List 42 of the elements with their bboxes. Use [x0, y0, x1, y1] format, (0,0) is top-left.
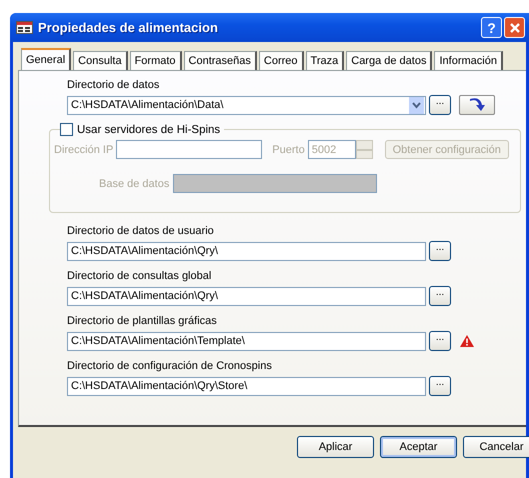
- directory-field[interactable]: C:\HSDATA\Alimentación\Qry\Store\: [67, 376, 426, 396]
- browse-button[interactable]: ...: [429, 95, 451, 115]
- dialog-button[interactable]: Aceptar: [380, 436, 457, 458]
- ip-field[interactable]: [116, 140, 262, 159]
- tab[interactable]: Consulta: [73, 51, 128, 70]
- browse-button[interactable]: ...: [429, 376, 451, 396]
- tab[interactable]: Información: [434, 51, 503, 70]
- field-label: Directorio de datos de usuario: [67, 225, 215, 238]
- field-label: Directorio de configuración de Cronospins: [67, 360, 273, 373]
- tab[interactable]: General: [21, 48, 72, 70]
- window-title: Propiedades de alimentacion: [38, 20, 219, 35]
- refresh-button[interactable]: [459, 95, 495, 115]
- spin-buttons[interactable]: [356, 140, 373, 159]
- database-label: Base de datos: [99, 178, 170, 190]
- dialog-button[interactable]: Cancelar: [463, 436, 529, 458]
- tab[interactable]: Traza: [306, 51, 344, 70]
- directory-field[interactable]: C:\HSDATA\Alimentación\Qry\: [67, 242, 426, 260]
- tab[interactable]: Correo: [258, 51, 304, 70]
- close-button[interactable]: [504, 17, 525, 38]
- tab[interactable]: Formato: [130, 51, 182, 70]
- directory-field[interactable]: C:\HSDATA\Alimentación\Qry\: [67, 286, 426, 306]
- field-label: Directorio de datos: [67, 79, 160, 92]
- field-label: Directorio de consultas global: [67, 270, 212, 283]
- ip-label: Dirección IP: [54, 144, 114, 156]
- window-icon: [16, 21, 33, 34]
- close-icon: [508, 22, 520, 34]
- curved-arrow-icon: [468, 98, 486, 112]
- dialog-button[interactable]: Aplicar: [297, 436, 374, 458]
- port-label: Puerto: [272, 144, 305, 156]
- warning-icon: [460, 335, 474, 347]
- database-field[interactable]: [173, 174, 378, 193]
- browse-button[interactable]: ...: [429, 241, 451, 261]
- browse-button[interactable]: ...: [429, 286, 451, 306]
- checkbox-label: Usar servidores de Hi-Spins: [77, 124, 220, 136]
- directory-field[interactable]: C:\HSDATA\Alimentación\Template\: [67, 332, 426, 350]
- checkbox[interactable]: [60, 123, 73, 136]
- browse-button[interactable]: ...: [429, 331, 451, 351]
- directory-dropdown[interactable]: C:\HSDATA\Alimentación\Data\: [67, 96, 426, 114]
- field-label: Directorio de plantillas gráficas: [67, 315, 218, 328]
- help-button[interactable]: ?: [481, 17, 502, 38]
- tab[interactable]: Contraseñas: [184, 51, 257, 70]
- tab[interactable]: Carga de datos: [346, 51, 432, 70]
